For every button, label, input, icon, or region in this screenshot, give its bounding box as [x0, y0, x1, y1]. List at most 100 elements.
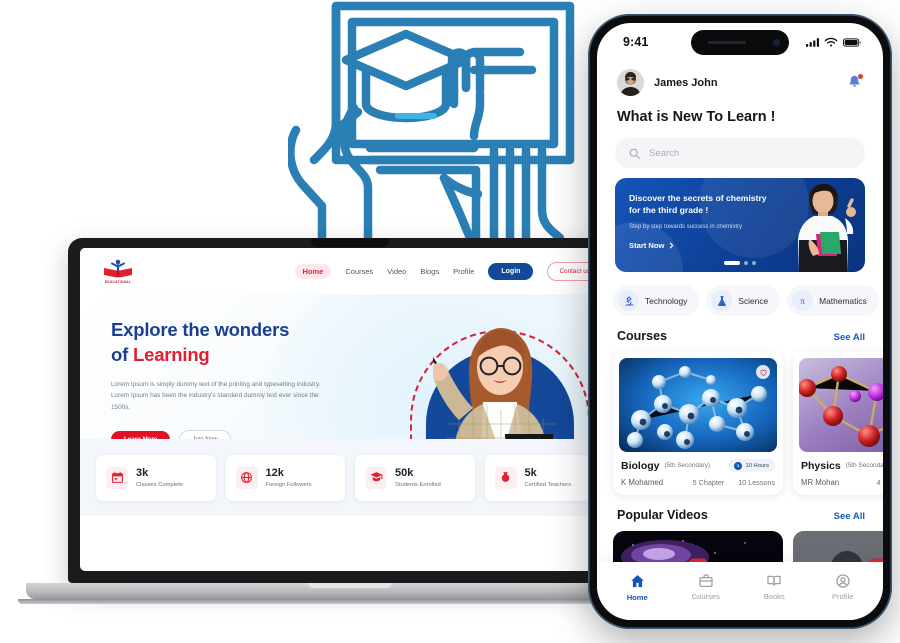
user-name: James John: [654, 76, 718, 89]
search-input[interactable]: Search: [615, 138, 865, 168]
videos-see-all-link[interactable]: See All: [834, 511, 865, 522]
molecule-purple-thumb: [799, 358, 883, 452]
videos-section-header: Popular Videos See All: [597, 495, 883, 522]
promo-headline-line1: Discover the secrets of chemistry: [629, 193, 767, 203]
tab-label: Home: [626, 592, 648, 602]
hero-section: Explore the wonders of Learning Lorem Ip…: [80, 294, 620, 516]
notification-badge-dot: [858, 73, 863, 79]
chip-label: Technology: [645, 295, 688, 306]
laptop-foot: [18, 599, 682, 604]
promo-subtitle: Step by step towards success in chemistr…: [629, 223, 743, 230]
hero-title-line2: of Learning: [111, 343, 356, 368]
stat-label: Classes Complete: [136, 481, 184, 488]
nav-link-blogs[interactable]: Blogs: [420, 267, 439, 276]
nav-link-profile[interactable]: Profile: [453, 267, 474, 276]
course-hours: 10 Hours: [745, 462, 769, 469]
wifi-icon: [824, 37, 838, 47]
phone-header: James John: [597, 61, 883, 96]
category-chips: Technology Science π Mathematics: [597, 272, 883, 316]
hero-title: Explore the wonders of Learning: [111, 318, 356, 367]
battery-icon: [843, 37, 861, 47]
promo-banner[interactable]: Discover the secrets of chemistry for th…: [615, 178, 865, 272]
course-chapters: 4 Chapter: [876, 478, 883, 487]
stats-strip: 3k Classes Complete 12k Foreign Follower…: [80, 439, 620, 516]
phone-screen: 9:41 James John What is New To Learn ! S…: [597, 23, 883, 620]
course-author: K Mohamed: [621, 478, 664, 487]
page-title: What is New To Learn !: [617, 109, 776, 125]
stat-card: 50k Students Enrolled: [355, 454, 475, 501]
login-button[interactable]: Login: [488, 262, 534, 280]
videos-section-title: Popular Videos: [617, 508, 708, 522]
heart-icon[interactable]: [756, 365, 770, 379]
course-lessons: 10 Lessons: [738, 478, 775, 487]
tab-home[interactable]: Home: [603, 573, 672, 602]
earpiece-speaker: [708, 41, 746, 45]
hero-title-line1: Explore the wonders: [111, 319, 290, 340]
chip-mathematics[interactable]: π Mathematics: [787, 285, 879, 316]
course-meta-secondary: K Mohamed 5 Chapter 10 Lessons: [619, 478, 777, 489]
laptop-screen: EDUCATIONAL Home Courses Video Blogs Pro…: [80, 248, 620, 571]
avatar[interactable]: [617, 69, 644, 96]
microscope-icon: [618, 290, 639, 311]
nav-link-courses[interactable]: Courses: [345, 267, 373, 276]
stat-value: 12k: [265, 467, 284, 480]
courses-see-all-link[interactable]: See All: [834, 332, 865, 343]
laptop-mockup: EDUCATIONAL Home Courses Video Blogs Pro…: [18, 238, 682, 604]
status-icons: [806, 37, 861, 47]
carousel-dot-3[interactable]: [752, 261, 756, 265]
tab-label: Profile: [831, 592, 854, 601]
start-now-button[interactable]: Start Now: [629, 241, 787, 250]
stat-card: 12k Foreign Followers: [225, 454, 345, 501]
phone-notch: [691, 30, 789, 55]
pi-icon: π: [792, 290, 814, 311]
front-camera: [773, 39, 780, 46]
mockup-scene: EDUCATIONAL Home Courses Video Blogs Pro…: [0, 0, 900, 643]
tab-courses[interactable]: Courses: [672, 573, 741, 601]
courses-list: Biology (5th Secondary) 10 Hours K Moham…: [597, 343, 883, 495]
course-card[interactable]: Biology (5th Secondary) 10 Hours K Moham…: [613, 352, 783, 495]
course-meta-primary: Physics (5th Secondary) 8 Hours: [799, 459, 883, 472]
stat-card: 5k Certified Teachers: [484, 454, 604, 501]
education-lineart-illustration: [288, 0, 578, 242]
educational-logo[interactable]: EDUCATIONAL: [98, 259, 138, 284]
course-name: Biology: [621, 459, 660, 472]
start-now-label: Start Now: [629, 241, 665, 250]
carousel-dot-2[interactable]: [744, 261, 748, 265]
status-time: 9:41: [623, 35, 649, 49]
notification-bell-button[interactable]: [847, 73, 863, 92]
carousel-dot-1[interactable]: [724, 261, 740, 265]
chip-technology[interactable]: Technology: [613, 285, 700, 316]
nav-link-home[interactable]: Home: [294, 263, 332, 279]
bottom-tabbar: Home Courses Books Profile: [597, 562, 883, 620]
promo-headline-line2: for the third grade !: [629, 205, 709, 216]
stat-label: Students Enrolled: [395, 481, 441, 488]
phone-mockup: 9:41 James John What is New To Learn ! S…: [588, 14, 892, 629]
chip-science[interactable]: Science: [706, 285, 781, 316]
tab-label: Books: [763, 592, 785, 601]
course-name: Physics: [801, 459, 841, 472]
course-card[interactable]: Physics (5th Secondary) 8 Hours MR Mohan: [793, 352, 883, 495]
chevron-right-icon: [668, 242, 675, 249]
courses-section-title: Courses: [617, 329, 668, 343]
nav-link-video[interactable]: Video: [387, 267, 406, 276]
tab-profile[interactable]: Profile: [809, 573, 878, 601]
course-grade: (5th Secondary): [664, 462, 710, 469]
book-icon: [766, 573, 782, 589]
laptop-lid: EDUCATIONAL Home Courses Video Blogs Pro…: [68, 238, 632, 583]
stat-label: Foreign Followers: [265, 481, 312, 488]
profile-icon: [835, 573, 851, 589]
clock-icon: [734, 461, 743, 470]
tab-label: Courses: [691, 592, 720, 601]
course-duration-badge: 10 Hours: [728, 459, 775, 472]
promo-carousel-dots: [724, 261, 756, 265]
tab-books[interactable]: Books: [740, 573, 809, 601]
laptop-trackpad-notch: [308, 583, 392, 588]
course-grade: (5th Secondary): [845, 462, 883, 469]
stat-card: 3k Classes Complete: [96, 454, 216, 501]
phone-frame: 9:41 James John What is New To Learn ! S…: [588, 14, 892, 629]
course-meta-primary: Biology (5th Secondary) 10 Hours: [619, 459, 777, 472]
stat-label: Certified Teachers: [524, 481, 572, 488]
medal-icon: [494, 466, 517, 489]
course-meta-secondary: MR Mohan 4 Chapter 8 Lessons: [799, 478, 883, 489]
hero-title-accent: Learning: [133, 343, 210, 365]
